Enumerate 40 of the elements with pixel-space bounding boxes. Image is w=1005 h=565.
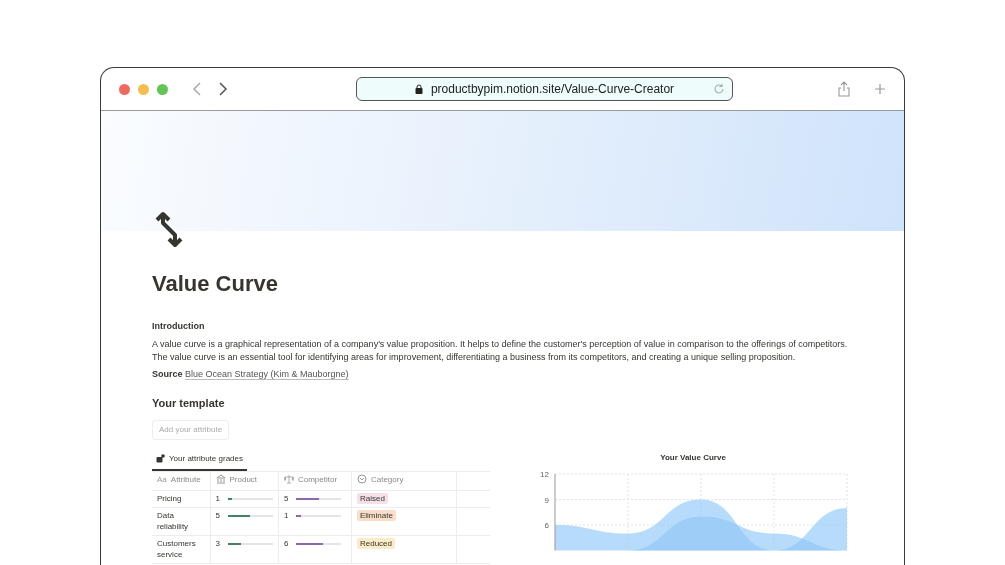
- section-heading: Your template: [152, 395, 226, 411]
- text-type-icon: Aa: [157, 473, 167, 485]
- minimize-window-icon[interactable]: [138, 83, 149, 95]
- category-tag: Reduced: [356, 538, 395, 549]
- address-bar[interactable]: productbypim.notion.site/Value-Curve-Creator: [356, 77, 733, 101]
- chart-title: Your Value Curve: [659, 452, 727, 464]
- scale-icon: [283, 474, 294, 484]
- shapes-icon: [156, 454, 165, 463]
- view-tab[interactable]: Your attribute grades: [152, 449, 247, 471]
- bank-icon: [215, 474, 226, 484]
- category-tag: Eliminate: [356, 510, 396, 521]
- axis-tick-label: 12: [540, 470, 549, 479]
- page-title: Value Curve: [152, 270, 279, 298]
- reload-icon[interactable]: [713, 83, 725, 95]
- lock-icon: [414, 84, 423, 94]
- axis-tick-label: 6: [544, 521, 549, 530]
- attribute-name: Data reliability: [157, 510, 190, 532]
- add-attribute-button[interactable]: Add your attribute: [152, 420, 230, 440]
- new-tab-icon[interactable]: [874, 83, 886, 95]
- section-heading: Introduction: [152, 320, 206, 333]
- grade-value: 1: [215, 494, 220, 503]
- attribute-name: Customers service: [157, 538, 197, 560]
- grade-value: 3: [215, 539, 220, 548]
- share-icon[interactable]: [838, 81, 850, 97]
- source-label: Source: [152, 368, 183, 379]
- attribute-name: Pricing: [157, 493, 183, 504]
- forward-icon[interactable]: [218, 82, 228, 96]
- source-link[interactable]: Blue Ocean Strategy (Kim & Mauborgne): [185, 368, 349, 380]
- select-icon: [356, 474, 367, 484]
- close-window-icon[interactable]: [119, 83, 130, 95]
- maximize-window-icon[interactable]: [157, 83, 168, 95]
- intro-paragraph: A value curve is a graphical representation of a company's value proposition. It helps to define the customer's perception of value in comparison to the offerings of competitors. The value curve is an essential tool for identifying areas for improvement, differentiating a business from its competitors, and creating a unique selling proposition.: [152, 337, 849, 364]
- grade-value: 1: [283, 511, 289, 520]
- url-text: productbypim.notion.site/Value-Curve-Creator: [430, 81, 675, 98]
- grade-value: 5: [283, 494, 289, 503]
- category-tag: Raised: [356, 493, 388, 504]
- grade-value: 6: [283, 539, 289, 548]
- back-icon[interactable]: [192, 82, 202, 96]
- grade-value: 5: [215, 511, 220, 520]
- axis-tick-label: 9: [544, 495, 549, 505]
